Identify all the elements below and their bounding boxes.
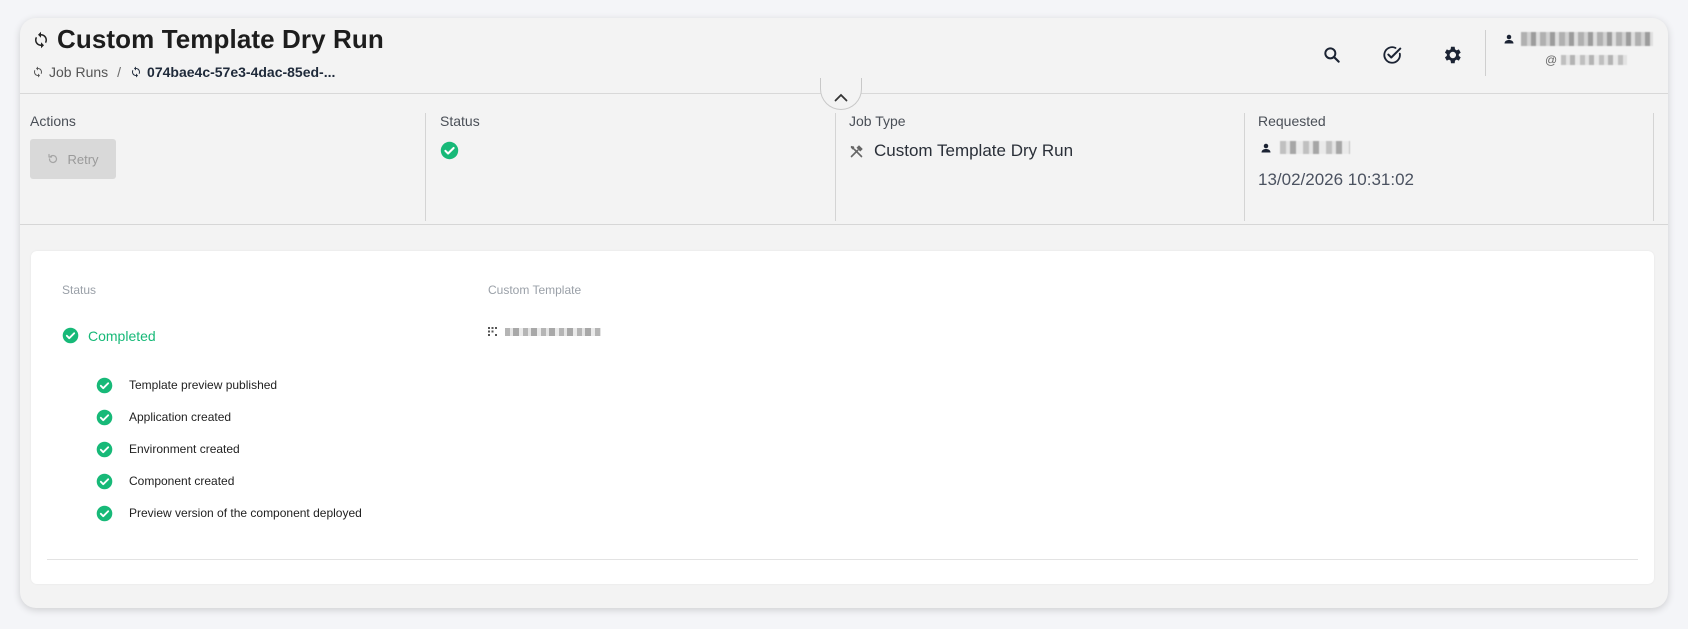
job-run-card: Custom Template Dry Run Job Runs / 074ba… <box>20 18 1668 608</box>
status-column: Status <box>430 113 836 221</box>
check-circle-icon <box>96 505 113 521</box>
list-item: Template preview published <box>96 369 362 401</box>
list-item: Environment created <box>96 433 362 465</box>
details-status-label: Status <box>62 283 97 297</box>
search-icon <box>1324 47 1340 63</box>
divider <box>47 559 1638 560</box>
page-title: Custom Template Dry Run <box>57 24 384 54</box>
user-menu[interactable]: @ <box>1503 32 1663 67</box>
settings-button[interactable] <box>1422 40 1482 70</box>
user-handle-redacted <box>1561 55 1628 65</box>
check-circle-icon <box>96 473 113 489</box>
gear-icon <box>1444 46 1461 64</box>
step-label: Preview version of the component deploye… <box>129 506 362 520</box>
status-success-icon <box>440 141 835 165</box>
custom-template-name-redacted <box>505 327 601 336</box>
header-divider <box>1485 30 1486 76</box>
completed-status: Completed <box>62 327 156 344</box>
requested-column: Requested 13/02/2026 10:31:02 <box>1248 113 1654 221</box>
breadcrumb-current-label: 074bae4c-57e3-4dac-85ed-... <box>147 64 336 80</box>
list-item: Preview version of the component deploye… <box>96 497 362 529</box>
breadcrumb-current[interactable]: 074bae4c-57e3-4dac-85ed-... <box>130 64 335 80</box>
tools-icon <box>850 144 863 157</box>
requester-name-redacted <box>1280 141 1350 154</box>
user-name-redacted <box>1521 32 1653 46</box>
check-circle-icon <box>1383 46 1402 64</box>
breadcrumb-job-runs[interactable]: Job Runs <box>32 64 108 80</box>
check-circle-icon <box>62 327 79 344</box>
step-label: Template preview published <box>129 378 278 392</box>
step-label: Environment created <box>129 442 240 456</box>
person-icon <box>1261 143 1271 152</box>
tasks-button[interactable] <box>1362 40 1422 70</box>
retry-icon <box>48 153 58 164</box>
actions-column: Actions Retry <box>20 113 426 221</box>
breadcrumb-separator: / <box>117 64 122 80</box>
user-handle-prefix: @ <box>1545 53 1558 67</box>
requested-label: Requested <box>1258 113 1326 129</box>
retry-label: Retry <box>67 151 99 167</box>
job-type-value: Custom Template Dry Run <box>874 141 1074 160</box>
template-icon <box>488 327 497 336</box>
job-summary: Actions Retry Status Job Type Custom Tem… <box>20 95 1668 225</box>
breadcrumb: Job Runs / 074bae4c-57e3-4dac-85ed-... <box>32 64 335 80</box>
list-item: Application created <box>96 401 362 433</box>
search-button[interactable] <box>1302 40 1362 70</box>
check-circle-icon <box>96 441 113 457</box>
step-list: Template preview published Application c… <box>96 369 362 529</box>
job-type-label: Job Type <box>849 113 906 129</box>
actions-label: Actions <box>30 113 76 129</box>
requested-date: 13/02/2026 10:31:02 <box>1258 170 1414 189</box>
check-circle-icon <box>96 377 113 393</box>
custom-template-label: Custom Template <box>488 283 582 297</box>
sync-icon <box>132 66 141 78</box>
step-label: Component created <box>129 474 235 488</box>
custom-template-link[interactable] <box>488 327 601 336</box>
person-icon <box>1504 34 1514 44</box>
completed-label: Completed <box>88 327 156 344</box>
sync-icon <box>34 66 42 78</box>
check-circle-icon <box>96 409 113 425</box>
job-details-panel: Status Custom Template Completed Templat… <box>31 251 1654 584</box>
status-label: Status <box>440 113 480 129</box>
step-label: Application created <box>129 410 232 424</box>
title-row: Custom Template Dry Run <box>32 24 384 55</box>
retry-button[interactable]: Retry <box>30 139 116 179</box>
header-toolbar <box>1302 40 1482 70</box>
job-type-column: Job Type Custom Template Dry Run <box>839 113 1245 221</box>
sync-icon <box>32 31 50 49</box>
list-item: Component created <box>96 465 362 497</box>
breadcrumb-parent-label: Job Runs <box>49 64 109 80</box>
